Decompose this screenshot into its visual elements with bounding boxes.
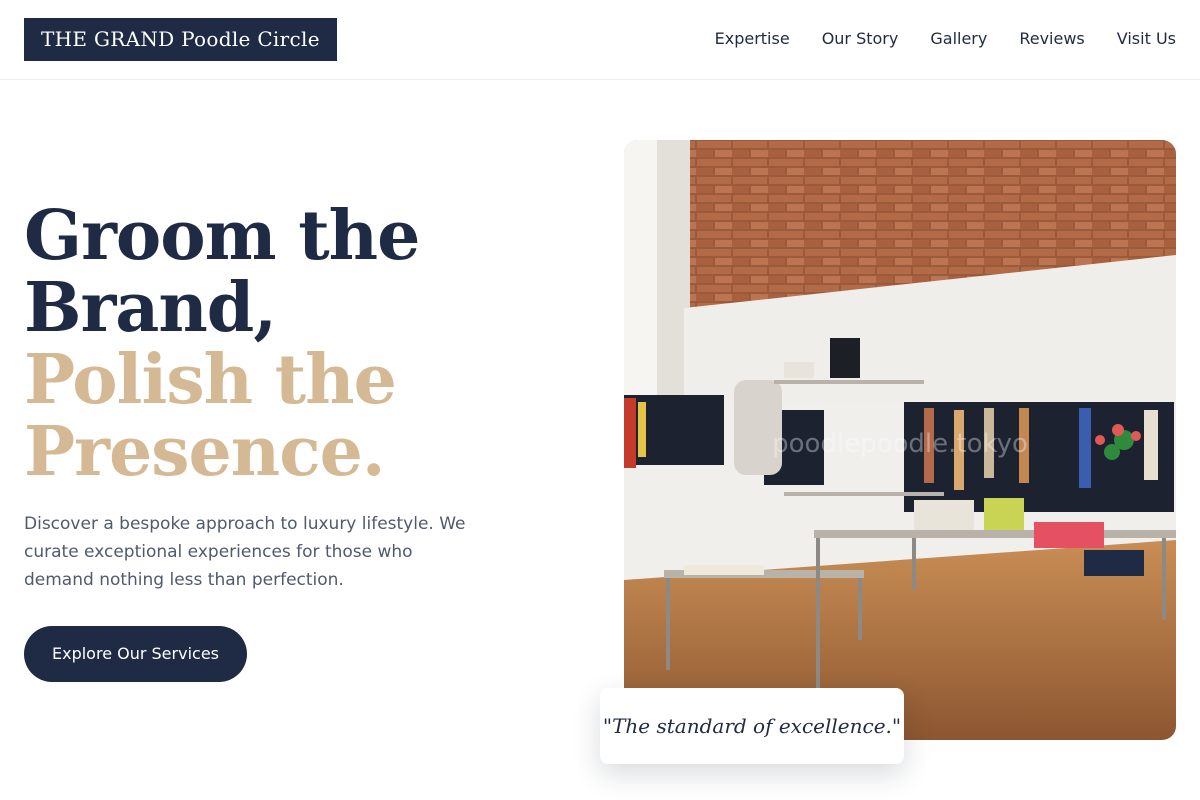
nav-expertise[interactable]: Expertise [715,28,790,50]
hero-image-boutique: poodlepoodle.tokyo [624,140,1176,740]
headline-accent-line-2: Presence. [24,412,386,492]
brand-logo[interactable]: THE GRAND Poodle Circle [24,18,337,61]
nav-reviews[interactable]: Reviews [1019,28,1084,50]
image-watermark: poodlepoodle.tokyo [772,429,1028,459]
headline-line-1: Groom the [24,196,420,276]
explore-services-button[interactable]: Explore Our Services [24,626,247,682]
site-header: THE GRAND Poodle Circle Expertise Our St… [0,0,1200,80]
headline-accent-line-1: Polish the [24,340,397,420]
nav-visit-us[interactable]: Visit Us [1117,28,1176,50]
nav-our-story[interactable]: Our Story [822,28,899,50]
hero-headline: Groom the Brand, Polish the Presence. [24,200,584,488]
main-nav: Expertise Our Story Gallery Reviews Visi… [715,28,1176,50]
hero-description: Discover a bespoke approach to luxury li… [24,514,466,590]
nav-gallery[interactable]: Gallery [930,28,987,50]
quote-card: "The standard of excellence." [600,688,904,764]
quote-text: "The standard of excellence." [602,714,902,738]
headline-line-2: Brand, [24,268,277,348]
boutique-illustration: poodlepoodle.tokyo [624,140,1176,740]
